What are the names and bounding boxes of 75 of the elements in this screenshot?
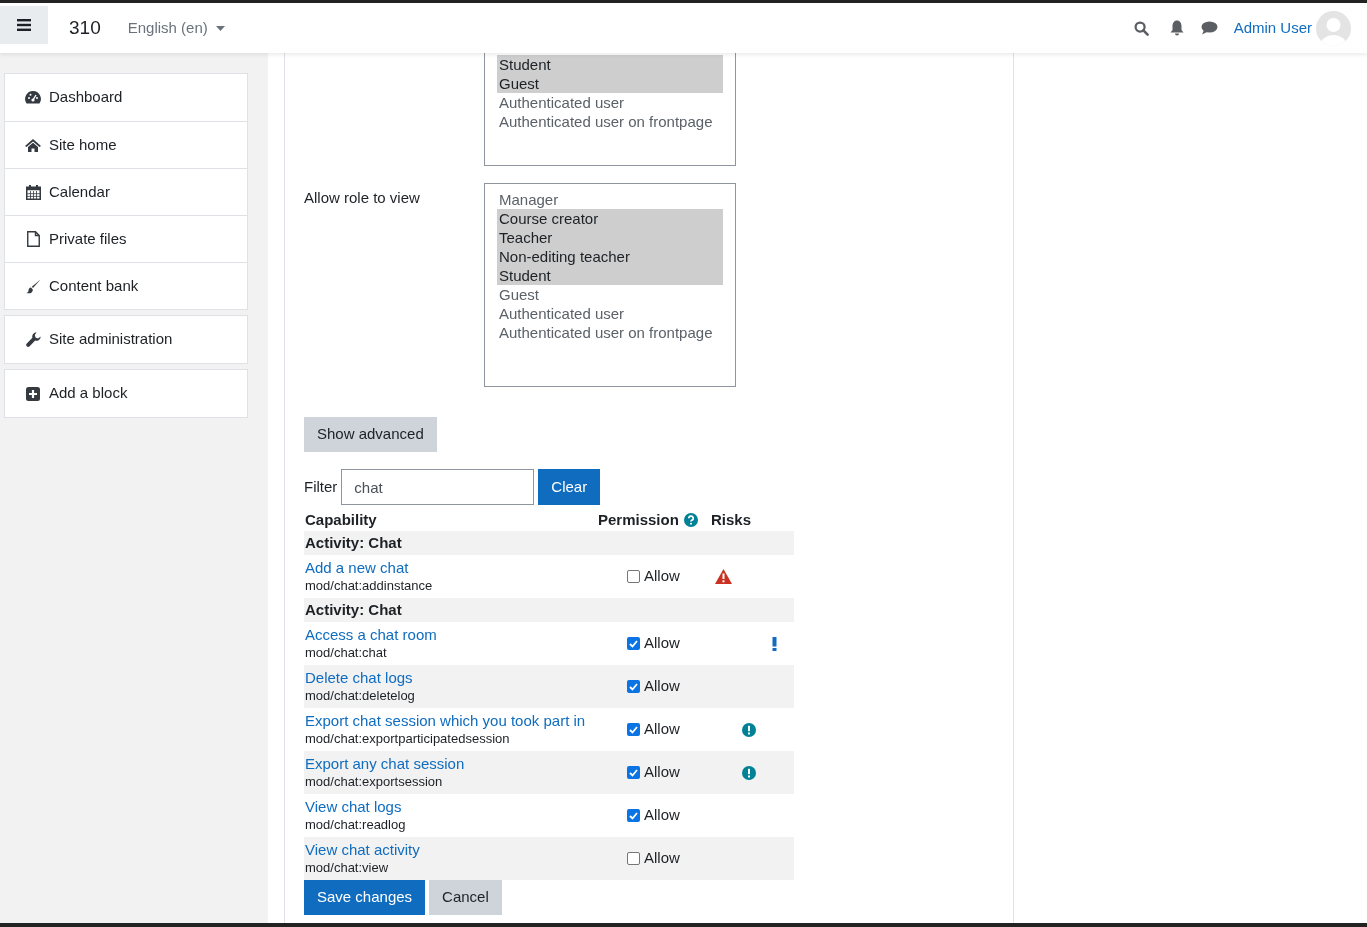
list-option[interactable]: Guest bbox=[497, 74, 723, 93]
group-heading: Activity: Chat bbox=[304, 531, 794, 555]
group-heading: Activity: Chat bbox=[304, 598, 794, 622]
list-option[interactable]: Student bbox=[497, 55, 723, 74]
cancel-button[interactable]: Cancel bbox=[429, 880, 502, 915]
warning-icon bbox=[715, 569, 732, 584]
capability-code: mod/chat:view bbox=[305, 859, 389, 877]
role-listbox[interactable]: Manager Course creator Teacher Non-editing teacher Student Guest Authenticated user Authenticated user on frontpage bbox=[484, 183, 736, 387]
capability-link[interactable]: View chat logs bbox=[305, 797, 402, 816]
caret-icon bbox=[215, 25, 225, 31]
wrench-icon bbox=[25, 332, 41, 347]
list-option[interactable]: Course creator bbox=[497, 209, 723, 228]
list-option[interactable]: Manager bbox=[497, 190, 723, 209]
capability-link[interactable]: Access a chat room bbox=[305, 625, 437, 644]
bell-icon[interactable] bbox=[1169, 20, 1184, 36]
list-option[interactable]: Authenticated user bbox=[497, 93, 723, 112]
save-changes-button[interactable]: Save changes bbox=[304, 880, 426, 915]
capability-link[interactable]: Delete chat logs bbox=[305, 668, 413, 687]
exclamation-icon bbox=[772, 636, 777, 651]
file-icon bbox=[26, 231, 40, 247]
capability-code: mod/chat:exportsession bbox=[305, 773, 443, 791]
capability-link[interactable]: Export any chat session bbox=[305, 754, 465, 773]
help-icon[interactable] bbox=[683, 513, 698, 528]
column-header: Permission bbox=[598, 510, 679, 530]
clear-button[interactable]: Clear bbox=[538, 469, 601, 505]
calendar-icon bbox=[25, 184, 41, 200]
menu-icon bbox=[17, 19, 31, 31]
list-option[interactable]: Authenticated user bbox=[497, 304, 723, 323]
capability-code: mod/chat:readlog bbox=[305, 816, 406, 834]
checkbox[interactable] bbox=[627, 570, 640, 583]
permission-label: Allow bbox=[644, 762, 680, 783]
list-option[interactable]: Authenticated user on frontpage bbox=[497, 323, 723, 342]
filter-field[interactable]: chat bbox=[341, 469, 535, 505]
list-option[interactable]: Non-editing teacher bbox=[497, 247, 723, 266]
permission-label: Allow bbox=[644, 566, 680, 587]
capability-code: mod/chat:deletelog bbox=[305, 687, 415, 705]
checkbox[interactable] bbox=[627, 852, 640, 865]
user-name[interactable]: Admin User bbox=[1233, 16, 1312, 40]
column-header: Capability bbox=[304, 510, 378, 530]
filter-label: Filter bbox=[304, 476, 338, 497]
exclamation-circle-icon bbox=[742, 722, 756, 737]
capability-code: mod/chat:exportparticipatedsession bbox=[305, 730, 510, 748]
search-icon[interactable] bbox=[1133, 20, 1149, 36]
checkbox[interactable] bbox=[627, 680, 640, 693]
column-header: Risks bbox=[711, 510, 753, 530]
brush-icon bbox=[25, 278, 41, 294]
gauge-icon bbox=[25, 91, 41, 104]
checkbox[interactable] bbox=[627, 637, 640, 650]
capability-code: mod/chat:addinstance bbox=[305, 577, 433, 595]
list-option[interactable]: Guest bbox=[497, 285, 723, 304]
plus-square-icon bbox=[26, 386, 40, 401]
permission-label: Allow bbox=[644, 719, 680, 740]
checkbox[interactable] bbox=[627, 723, 640, 736]
exclamation-circle-icon bbox=[742, 765, 756, 780]
site-name[interactable]: 310 bbox=[69, 13, 101, 43]
role-listbox[interactable]: Student Guest Authenticated user Authenticated user on frontpage bbox=[484, 53, 736, 166]
permission-label: Allow bbox=[644, 633, 680, 654]
permission-label: Allow bbox=[644, 676, 680, 697]
checkbox[interactable] bbox=[627, 766, 640, 779]
field-label: Allow role to view bbox=[304, 189, 420, 206]
checkbox[interactable] bbox=[627, 809, 640, 822]
capability-link[interactable]: Export chat session which you took part in bbox=[305, 711, 586, 730]
capability-code: mod/chat:chat bbox=[305, 644, 387, 662]
show-advanced-button[interactable]: Show advanced bbox=[304, 417, 437, 452]
permission-label: Allow bbox=[644, 805, 680, 826]
chat-bubble-icon[interactable] bbox=[1200, 21, 1218, 35]
capability-link[interactable]: View chat activity bbox=[305, 840, 420, 859]
list-option[interactable]: Authenticated user on frontpage bbox=[497, 112, 723, 131]
permission-label: Allow bbox=[644, 848, 680, 869]
capability-link[interactable]: Add a new chat bbox=[305, 558, 409, 577]
home-icon bbox=[25, 138, 41, 152]
language-menu[interactable]: English (en) bbox=[127, 16, 225, 40]
menu-button[interactable] bbox=[0, 6, 48, 44]
list-option[interactable]: Student bbox=[497, 266, 723, 285]
list-option[interactable]: Teacher bbox=[497, 228, 723, 247]
